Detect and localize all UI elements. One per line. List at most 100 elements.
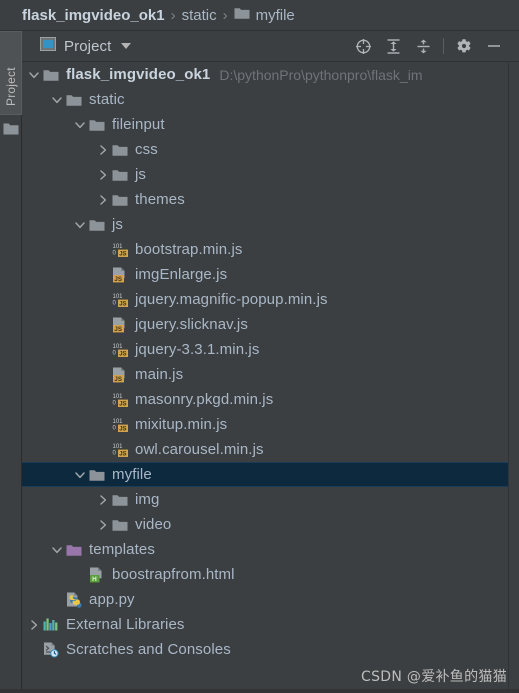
tree-row[interactable]: 101 0 JS mixitup.min.js: [22, 412, 519, 437]
tree-row[interactable]: video: [22, 512, 519, 537]
folder-icon: [87, 112, 107, 137]
scroll-from-source-button[interactable]: [348, 33, 378, 59]
chevron-right-icon[interactable]: [26, 612, 41, 637]
tree-row[interactable]: Hboostrapfrom.html: [22, 562, 519, 587]
svg-text:101: 101: [112, 419, 123, 425]
tree-row[interactable]: 101 0 JS jquery.magnific-popup.min.js: [22, 287, 519, 312]
tree-row[interactable]: fileinput: [22, 112, 519, 137]
tree-row[interactable]: themes: [22, 187, 519, 212]
tree-row[interactable]: 101 0 JS masonry.pkgd.min.js: [22, 387, 519, 412]
tree-row-label: imgEnlarge.js: [135, 266, 228, 283]
svg-text:101: 101: [112, 294, 123, 300]
tree-row[interactable]: css: [22, 137, 519, 162]
svg-text:0: 0: [112, 250, 116, 256]
collapse-all-button[interactable]: [408, 33, 438, 59]
tool-window-tab-project[interactable]: Project: [0, 31, 22, 115]
chevron-down-icon[interactable]: [49, 537, 64, 562]
python-file-icon: [64, 587, 84, 612]
js-min-file-icon: 101 0 JS: [110, 412, 130, 437]
tree-row[interactable]: flask_imgvideo_ok1 D:\pythonPro\pythonpro…: [22, 62, 519, 87]
chevron-right-icon[interactable]: [95, 512, 110, 537]
tree-row[interactable]: static: [22, 87, 519, 112]
folder-icon: [41, 62, 61, 87]
tree-row[interactable]: 101 0 JS jquery-3.3.1.min.js: [22, 337, 519, 362]
chevron-down-icon[interactable]: [121, 43, 132, 49]
chevron-down-icon[interactable]: [72, 462, 87, 487]
tree-row[interactable]: JS jquery.slicknav.js: [22, 312, 519, 337]
svg-text:101: 101: [112, 394, 123, 400]
svg-text:JS: JS: [119, 401, 126, 407]
tree-row-label: jquery.magnific-popup.min.js: [135, 291, 328, 308]
left-tool-strip: Project: [0, 31, 22, 693]
svg-text:JS: JS: [119, 426, 126, 432]
chevron-right-icon[interactable]: [95, 137, 110, 162]
chevron-right-icon[interactable]: [95, 487, 110, 512]
folder-icon: [3, 121, 19, 140]
tree-row[interactable]: js: [22, 212, 519, 237]
js-min-file-icon: 101 0 JS: [110, 337, 130, 362]
svg-text:0: 0: [112, 450, 116, 456]
tree-row[interactable]: Scratches and Consoles: [22, 637, 519, 662]
tree-row[interactable]: img: [22, 487, 519, 512]
breadcrumb: flask_imgvideo_ok1 › static › myfile: [0, 0, 519, 31]
project-view-icon: [40, 36, 56, 56]
vertical-scrollbar[interactable]: [508, 62, 519, 693]
svg-text:H: H: [92, 576, 97, 583]
folder-icon: [110, 487, 130, 512]
chevron-right-icon[interactable]: [95, 162, 110, 187]
svg-text:0: 0: [112, 425, 116, 431]
chevron-down-icon[interactable]: [72, 112, 87, 137]
tree-row[interactable]: JS imgEnlarge.js: [22, 262, 519, 287]
tree-row-label: js: [135, 166, 147, 183]
svg-text:JS: JS: [119, 351, 126, 357]
folder-icon: [64, 87, 84, 112]
js-file-icon: JS: [110, 262, 130, 287]
project-tree[interactable]: flask_imgvideo_ok1 D:\pythonPro\pythonpro…: [22, 62, 519, 693]
breadcrumb-item[interactable]: myfile: [234, 6, 295, 25]
tree-row-label: css: [135, 141, 158, 158]
settings-button[interactable]: [449, 33, 479, 59]
svg-text:JS: JS: [119, 251, 126, 257]
breadcrumb-separator: ›: [222, 6, 228, 24]
tree-row[interactable]: 101 0 JS owl.carousel.min.js: [22, 437, 519, 462]
svg-text:JS: JS: [114, 376, 122, 383]
tree-row[interactable]: 101 0 JS bootstrap.min.js: [22, 237, 519, 262]
chevron-right-icon[interactable]: [95, 187, 110, 212]
js-min-file-icon: 101 0 JS: [110, 437, 130, 462]
js-file-icon: JS: [110, 312, 130, 337]
window-bottom-edge: [0, 689, 519, 693]
scratches-icon: [41, 637, 61, 662]
tree-row[interactable]: myfile: [22, 462, 519, 487]
tree-row[interactable]: JS main.js: [22, 362, 519, 387]
js-min-file-icon: 101 0 JS: [110, 387, 130, 412]
chevron-down-icon[interactable]: [26, 62, 41, 87]
breadcrumb-separator: ›: [170, 6, 176, 24]
tool-window-actions: [348, 33, 519, 59]
folder-icon: [110, 137, 130, 162]
svg-text:101: 101: [112, 244, 123, 250]
breadcrumb-label: flask_imgvideo_ok1: [22, 6, 165, 24]
tree-row[interactable]: External Libraries: [22, 612, 519, 637]
tree-row-label: jquery-3.3.1.min.js: [135, 341, 260, 358]
svg-text:0: 0: [112, 300, 116, 306]
folder-icon: [110, 187, 130, 212]
breadcrumb-item[interactable]: static: [182, 7, 217, 24]
tree-row-label: main.js: [135, 366, 184, 383]
breadcrumb-item[interactable]: flask_imgvideo_ok1: [22, 7, 165, 24]
chevron-down-icon[interactable]: [49, 87, 64, 112]
tree-row[interactable]: js: [22, 162, 519, 187]
tree-row-label: Scratches and Consoles: [66, 641, 231, 658]
tree-row-label: flask_imgvideo_ok1: [66, 66, 211, 83]
tree-row[interactable]: app.py: [22, 587, 519, 612]
minimize-icon[interactable]: [479, 33, 509, 59]
tool-window-tab-label: Project: [4, 67, 18, 106]
html-file-icon: H: [87, 562, 107, 587]
project-view-selector[interactable]: Project: [40, 36, 132, 56]
tree-row[interactable]: templates: [22, 537, 519, 562]
expand-all-button[interactable]: [378, 33, 408, 59]
svg-text:JS: JS: [114, 326, 122, 333]
tree-row-label: js: [112, 216, 124, 233]
tree-row-label: masonry.pkgd.min.js: [135, 391, 274, 408]
chevron-down-icon[interactable]: [72, 212, 87, 237]
tree-row-label: mixitup.min.js: [135, 416, 228, 433]
